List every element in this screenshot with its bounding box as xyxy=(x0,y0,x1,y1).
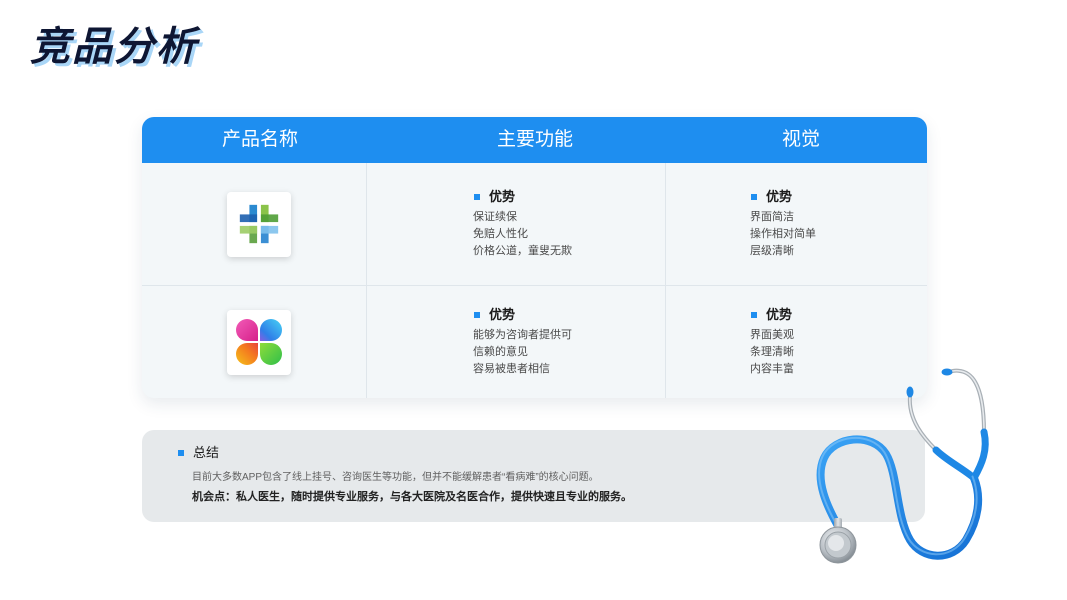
comparison-table: 产品名称 主要功能 视觉 优势 保证续保 免赔人性化 价格公道，童叟无欺 优势 … xyxy=(142,117,927,398)
advantage-item: 免赔人性化 xyxy=(473,228,528,240)
advantage-item: 保证续保 xyxy=(473,211,517,223)
stethoscope-ear-tip xyxy=(941,368,953,376)
table-cell-features: 优势 保证续保 免赔人性化 价格公道，童叟无欺 xyxy=(367,163,666,286)
stethoscope-ear-tip xyxy=(906,386,914,398)
advantage-block: 优势 界面简洁 操作相对简单 层级清晰 xyxy=(750,188,816,260)
petal-logo-icon xyxy=(236,319,282,365)
advantage-item: 操作相对简单 xyxy=(750,228,816,240)
advantage-item: 信赖的意见 xyxy=(473,346,528,358)
advantage-block: 优势 保证续保 免赔人性化 价格公道，童叟无欺 xyxy=(473,188,572,260)
advantage-item: 内容丰富 xyxy=(750,363,794,375)
table-cell-product xyxy=(142,286,367,398)
table-header: 产品名称 主要功能 视觉 xyxy=(142,117,927,163)
bullet-icon xyxy=(751,194,757,200)
advantage-block: 优势 界面美观 条理清晰 内容丰富 xyxy=(750,306,794,378)
stethoscope-earpiece-left xyxy=(907,394,938,452)
app-logo-tile xyxy=(227,191,291,257)
slide: 竞品分析 产品名称 主要功能 视觉 优势 保证续保 免赔人性化 价格公道，童叟无… xyxy=(0,0,1067,600)
advantage-heading: 优势 xyxy=(750,188,816,206)
petal-blue xyxy=(260,319,282,341)
advantage-item: 条理清晰 xyxy=(750,346,794,358)
app-logo-tile xyxy=(227,309,291,375)
petal-green xyxy=(260,343,282,365)
header-product-name: 产品名称 xyxy=(221,129,299,150)
stethoscope-earpiece-right xyxy=(948,368,986,434)
advantage-heading: 优势 xyxy=(750,306,794,324)
advantage-item: 能够为咨询者提供可 xyxy=(473,329,572,341)
advantage-item: 界面简洁 xyxy=(750,211,794,223)
advantage-block: 优势 能够为咨询者提供可 信赖的意见 容易被患者相信 xyxy=(473,306,572,378)
advantage-heading: 优势 xyxy=(473,188,572,206)
page-title: 竞品分析 xyxy=(30,25,198,69)
summary-heading-label: 总结 xyxy=(193,445,220,460)
petal-pink xyxy=(236,319,258,341)
advantage-item: 界面美观 xyxy=(750,329,794,341)
petal-orange xyxy=(236,343,258,365)
advantage-item: 层级清晰 xyxy=(750,245,794,257)
advantage-heading: 优势 xyxy=(473,306,572,324)
table-cell-visual: 优势 界面简洁 操作相对简单 层级清晰 xyxy=(666,163,927,286)
bullet-icon xyxy=(474,312,480,318)
advantage-item: 容易被患者相信 xyxy=(473,363,550,375)
header-main-features: 主要功能 xyxy=(496,129,574,150)
cross-logo-icon xyxy=(239,204,279,244)
advantage-heading-label: 优势 xyxy=(766,307,793,322)
advantage-heading-label: 优势 xyxy=(489,307,516,322)
advantage-heading-label: 优势 xyxy=(766,189,793,204)
bullet-icon xyxy=(178,450,184,456)
header-visual: 视觉 xyxy=(781,129,821,150)
bullet-icon xyxy=(751,312,757,318)
table-cell-features: 优势 能够为咨询者提供可 信赖的意见 容易被患者相信 xyxy=(367,286,666,398)
bullet-icon xyxy=(474,194,480,200)
advantage-heading-label: 优势 xyxy=(489,189,516,204)
advantage-item: 价格公道，童叟无欺 xyxy=(473,245,572,257)
table-cell-product xyxy=(142,163,367,286)
stethoscope-icon xyxy=(816,368,989,564)
